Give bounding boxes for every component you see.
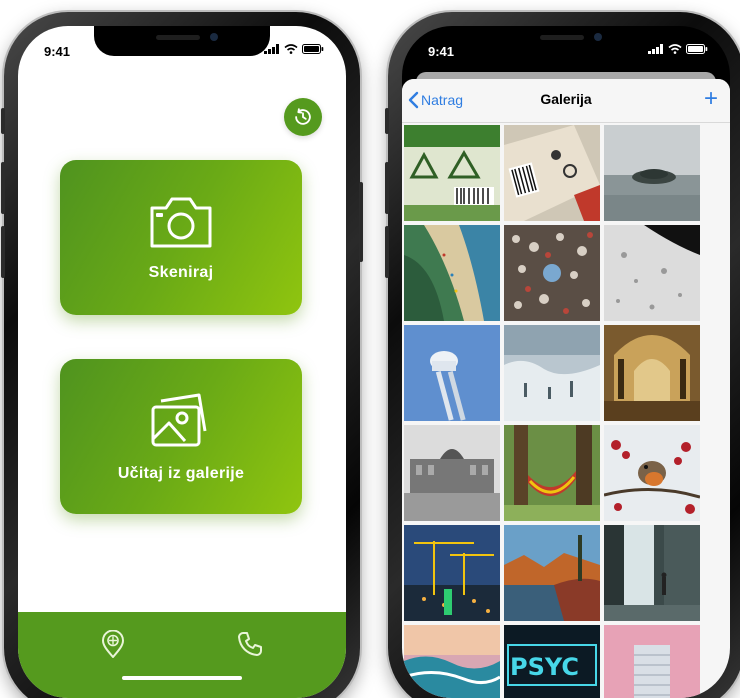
add-button[interactable]: +	[704, 87, 718, 111]
volume-up-button	[1, 162, 5, 214]
photo-rock-island[interactable]	[604, 125, 700, 221]
wifi-icon	[668, 44, 682, 54]
wifi-icon	[284, 44, 298, 54]
photo-grid: PSYC	[402, 123, 730, 698]
scan-button[interactable]: Skeniraj	[60, 160, 302, 315]
navigation-bar: Natrag Galerija +	[402, 79, 730, 123]
photo-festival-crowd[interactable]	[504, 225, 600, 321]
photo-construction-cranes[interactable]	[404, 525, 500, 621]
status-icons	[264, 44, 324, 54]
photo-waterfall[interactable]	[604, 525, 700, 621]
signal-icon	[648, 44, 663, 54]
photo-neon-sign[interactable]: PSYC	[504, 625, 600, 698]
mute-switch	[385, 108, 389, 134]
volume-up-button	[385, 162, 389, 214]
phone-icon	[238, 632, 262, 656]
location-pin-icon	[101, 629, 125, 659]
power-button	[359, 182, 363, 262]
volume-down-button	[1, 226, 5, 278]
phone-frame-scanner: 9:41 Skeniraj Učitaj iz galerije	[1, 12, 363, 698]
gallery-screen: 9:41 Natrag Galerija + PSYC	[402, 26, 730, 698]
photo-hammock[interactable]	[504, 425, 600, 521]
scanner-screen: 9:41 Skeniraj Učitaj iz galerije	[18, 26, 346, 698]
status-icons	[648, 44, 708, 54]
battery-icon	[302, 44, 324, 54]
location-tab[interactable]	[100, 629, 126, 663]
photo-ocean-waves[interactable]	[404, 625, 500, 698]
camera-icon	[150, 197, 212, 247]
notch	[478, 26, 654, 56]
mute-switch	[1, 108, 5, 134]
notch	[94, 26, 270, 56]
gallery-images-icon	[151, 393, 207, 446]
gallery-label: Učitaj iz galerije	[117, 464, 245, 482]
history-icon	[295, 108, 311, 125]
phone-frame-gallery: 9:41 Natrag Galerija + PSYC	[385, 12, 740, 698]
gallery-sheet: Natrag Galerija + PSYC	[402, 79, 730, 698]
photo-carton-barcode[interactable]	[504, 125, 600, 221]
svg-text:PSYC: PSYC	[510, 653, 579, 681]
status-time: 9:41	[44, 44, 71, 59]
status-time: 9:41	[428, 44, 455, 59]
photo-packaging-recycling[interactable]	[404, 125, 500, 221]
photo-water-tower[interactable]	[404, 325, 500, 421]
photo-autumn-lake[interactable]	[504, 525, 600, 621]
history-button[interactable]	[284, 98, 322, 136]
photo-cathedral-interior[interactable]	[604, 325, 700, 421]
photo-water-drops[interactable]	[604, 225, 700, 321]
photo-robin-bird[interactable]	[604, 425, 700, 521]
photo-modern-tower[interactable]	[604, 625, 700, 698]
bottom-tab-bar	[18, 612, 346, 698]
photo-government-building[interactable]	[404, 425, 500, 521]
signal-icon	[264, 44, 279, 54]
scan-label: Skeniraj	[148, 263, 214, 281]
photo-aerial-beach[interactable]	[404, 225, 500, 321]
home-indicator	[122, 676, 242, 680]
battery-icon	[686, 44, 708, 54]
load-from-gallery-button[interactable]: Učitaj iz galerije	[60, 359, 302, 514]
page-title: Galerija	[540, 91, 592, 107]
photo-misty-mountains[interactable]	[504, 325, 600, 421]
phone-tab[interactable]	[236, 630, 264, 663]
volume-down-button	[385, 226, 389, 278]
